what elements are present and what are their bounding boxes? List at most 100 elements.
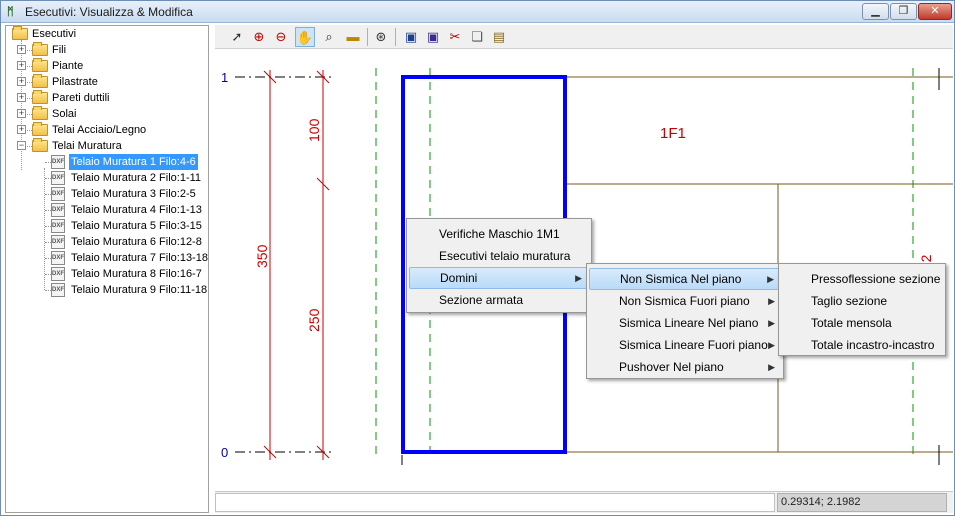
menu-item-label: Totale incastro-incastro	[811, 338, 935, 352]
tree-item-label: Telaio Muratura 6 Filo:12-8	[71, 236, 202, 248]
save-as-icon[interactable]: ▣	[423, 27, 443, 47]
tree-item-label: Telaio Muratura 3 Filo:2-5	[71, 188, 196, 200]
element-label: 1F1	[660, 125, 686, 142]
dxf-file-icon: DXF	[51, 155, 65, 169]
tree-item-label: Piante	[52, 60, 84, 72]
tree-item-label: Telaio Muratura 8 Filo:16-7	[71, 268, 202, 280]
folder-icon	[32, 42, 48, 56]
folder-icon	[32, 90, 48, 104]
menu-item[interactable]: Esecutivi telaio muratura	[409, 245, 589, 267]
close-button[interactable]: ✕	[918, 3, 952, 20]
expander-icon[interactable]: −	[17, 141, 26, 150]
menu-item[interactable]: Domini ▶	[409, 267, 589, 289]
folder-icon	[32, 106, 48, 120]
level-top-label: 1	[221, 70, 228, 85]
context-menu: Verifiche Maschio 1M1 Esecutivi telaio mu…	[406, 218, 592, 313]
menu-item-label: Sismica Lineare Fuori piano	[619, 338, 768, 352]
minimize-button[interactable]: ▁	[862, 3, 889, 20]
tree-item-label: Telaio Muratura 1 Filo:4-6	[69, 154, 198, 170]
menu-item-label: Sismica Lineare Nel piano	[619, 316, 759, 330]
tree-item-label: Pareti duttili	[52, 92, 110, 104]
dxf-file-icon: DXF	[51, 267, 65, 281]
expander-icon[interactable]: +	[17, 93, 26, 102]
menu-item-label: Verifiche Maschio 1M1	[439, 227, 560, 241]
main-window: ᛗ Esecutivi: Visualizza & Modifica ▁ ❐ ✕…	[0, 0, 955, 516]
expander-icon[interactable]: +	[17, 77, 26, 86]
expander-icon[interactable]: +	[17, 45, 26, 54]
menu-item-label: Non Sismica Nel piano	[620, 272, 742, 286]
chevron-right-icon: ▶	[768, 318, 775, 328]
menu-item[interactable]: Sismica Lineare Fuori piano ▶	[589, 334, 781, 356]
toolbar-separator	[395, 28, 396, 46]
zoom-in-icon[interactable]: ⊕	[249, 27, 269, 47]
folder-icon	[32, 122, 48, 136]
expander-icon[interactable]: +	[17, 125, 26, 134]
chevron-right-icon: ▶	[575, 273, 582, 283]
menu-item[interactable]: Verifiche Maschio 1M1	[409, 223, 589, 245]
menu-item-label: Pressoflessione sezione	[811, 272, 941, 286]
menu-item-label: Non Sismica Fuori piano	[619, 294, 750, 308]
tree-item-label: Fili	[52, 44, 67, 56]
measure-ruler-icon[interactable]: ▬	[343, 27, 363, 47]
menu-item-label: Totale mensola	[811, 316, 892, 330]
title-bar[interactable]: ᛗ Esecutivi: Visualizza & Modifica ▁ ❐ ✕	[1, 1, 954, 23]
menu-item[interactable]: Sismica Lineare Nel piano ▶	[589, 312, 781, 334]
toolbar-separator	[367, 28, 368, 46]
menu-item-label: Esecutivi telaio muratura	[439, 249, 571, 263]
tools-icon[interactable]: ✂	[445, 27, 465, 47]
zoom-extents-icon[interactable]: ⊛	[371, 27, 391, 47]
folder-icon	[32, 74, 48, 88]
tree-view[interactable]: Esecutivi + Fili + Piante + Pilastrate + Pareti…	[5, 25, 209, 513]
dxf-file-icon: DXF	[51, 219, 65, 233]
pan-hand-icon[interactable]: ✋	[295, 27, 315, 47]
menu-item-label: Sezione armata	[439, 293, 524, 307]
status-bar: 0.29314; 2.1982	[215, 491, 953, 513]
tree-item-label: Solai	[52, 108, 77, 120]
menu-item[interactable]: Totale incastro-incastro	[781, 334, 943, 356]
submenu-domini: Non Sismica Nel piano ▶ Non Sismica Fuori …	[586, 263, 784, 379]
menu-item[interactable]: Non Sismica Nel piano ▶	[589, 268, 781, 290]
menu-item-label: Taglio sezione	[811, 294, 888, 308]
dimension-label-lower: 250	[306, 308, 322, 332]
fili-icon: ᛗ	[7, 6, 14, 18]
tree-item-label: Telai Acciaio/Legno	[52, 124, 147, 136]
menu-item[interactable]: Sezione armata	[409, 289, 589, 311]
tree-item-label: Telaio Muratura 4 Filo:1-13	[71, 204, 202, 216]
menu-item[interactable]: Taglio sezione	[781, 290, 943, 312]
dxf-file-icon: DXF	[51, 203, 65, 217]
tree-item-label: Pilastrate	[52, 76, 98, 88]
expander-icon[interactable]: +	[17, 61, 26, 70]
dxf-file-icon: DXF	[51, 187, 65, 201]
tree-item-label: Telaio Muratura 7 Filo:13-18	[71, 252, 208, 264]
folder-icon	[32, 58, 48, 72]
tree-item-label: Telaio Muratura 2 Filo:1-11	[71, 172, 202, 184]
tree-item-label: Esecutivi	[32, 28, 77, 40]
folder-icon	[32, 138, 48, 152]
paste-icon[interactable]: ▤	[489, 27, 509, 47]
save-icon[interactable]: ▣	[401, 27, 421, 47]
zoom-out-icon[interactable]: ⊖	[271, 27, 291, 47]
menu-item[interactable]: Totale mensola	[781, 312, 943, 334]
tree-connector	[44, 168, 45, 290]
menu-item[interactable]: Non Sismica Fuori piano ▶	[589, 290, 781, 312]
dxf-file-icon: DXF	[51, 171, 65, 185]
chevron-right-icon: ▶	[768, 362, 775, 372]
maximize-button[interactable]: ❐	[890, 3, 917, 20]
submenu-non-sismica-nel-piano: Pressoflessione sezione Taglio sezione Tot…	[778, 263, 946, 356]
menu-item[interactable]: Pushover Nel piano ▶	[589, 356, 781, 378]
tree-item-label: Telai Muratura	[52, 140, 122, 152]
copy-icon[interactable]: ❏	[467, 27, 487, 47]
dimension-label-total: 350	[254, 244, 270, 268]
tree-item-label: Telaio Muratura 9 Filo:11-18	[71, 284, 208, 296]
menu-item-label: Pushover Nel piano	[619, 360, 724, 374]
pointer-icon[interactable]: ➚	[227, 27, 247, 47]
expander-icon[interactable]: +	[17, 109, 26, 118]
window-title: Esecutivi: Visualizza & Modifica	[25, 5, 193, 19]
menu-item-label: Domini	[440, 271, 478, 285]
chevron-right-icon: ▶	[768, 296, 775, 306]
zoom-window-icon[interactable]: ⌕	[319, 27, 339, 47]
dxf-file-icon: DXF	[51, 251, 65, 265]
dxf-file-icon: DXF	[51, 235, 65, 249]
menu-item[interactable]: Pressoflessione sezione	[781, 268, 943, 290]
toolbar: ➚ ⊕ ⊖ ✋ ⌕ ▬ ⊛ ▣ ▣ ✂ ❏ ▤	[215, 25, 953, 49]
